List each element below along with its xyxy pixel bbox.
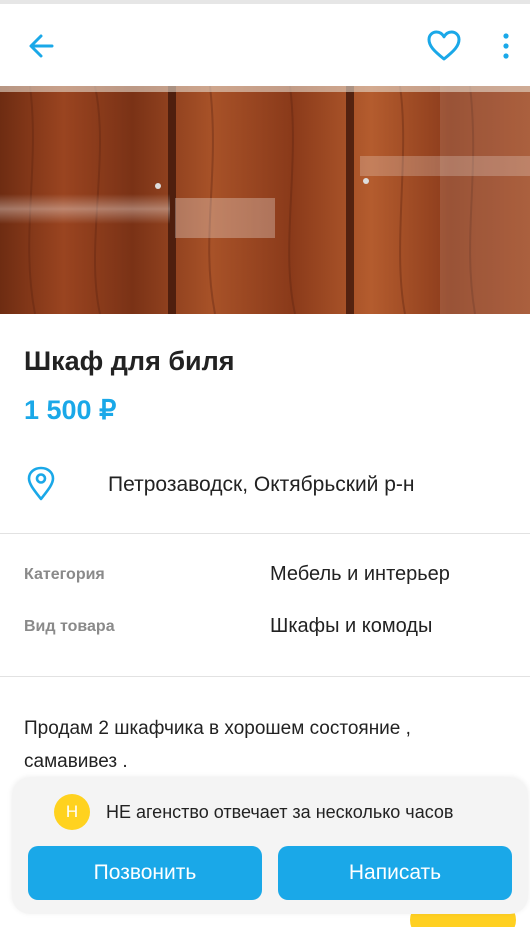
write-button[interactable]: Написать — [278, 846, 512, 900]
param-value-type: Шкафы и комоды — [270, 615, 433, 637]
more-button[interactable] — [494, 28, 518, 64]
divider — [0, 676, 530, 677]
seller-badge: Н — [54, 794, 90, 830]
favorite-button[interactable] — [424, 26, 464, 66]
param-value-category: Мебель и интерьер — [270, 563, 450, 585]
response-time-note: НЕ агенство отвечает за несколько часов — [106, 802, 454, 822]
call-button[interactable]: Позвонить — [28, 846, 262, 900]
description-text: Продам 2 шкафчика в хорошем состояние , … — [24, 718, 411, 772]
listing-title: Шкаф для биля — [24, 346, 235, 376]
map-pin-icon — [26, 466, 56, 502]
listing-location[interactable]: Петрозаводск, Октябрьский р-н — [108, 473, 415, 497]
listing-price: 1 500 ₽ — [24, 395, 117, 425]
back-button[interactable] — [24, 28, 60, 64]
contact-panel: Н НЕ агенство отвечает за несколько часо… — [12, 778, 528, 914]
heart-outline-icon — [427, 30, 461, 61]
divider — [0, 533, 530, 534]
param-label-category: Категория — [24, 566, 105, 583]
app-bar — [0, 4, 530, 86]
param-label-type: Вид товара — [24, 618, 115, 635]
listing-description: Продам 2 шкафчика в хорошем состояние , … — [24, 712, 494, 778]
more-vertical-icon — [503, 33, 509, 59]
wardrobe-photo[interactable] — [0, 86, 530, 314]
arrow-left-icon — [29, 34, 54, 58]
